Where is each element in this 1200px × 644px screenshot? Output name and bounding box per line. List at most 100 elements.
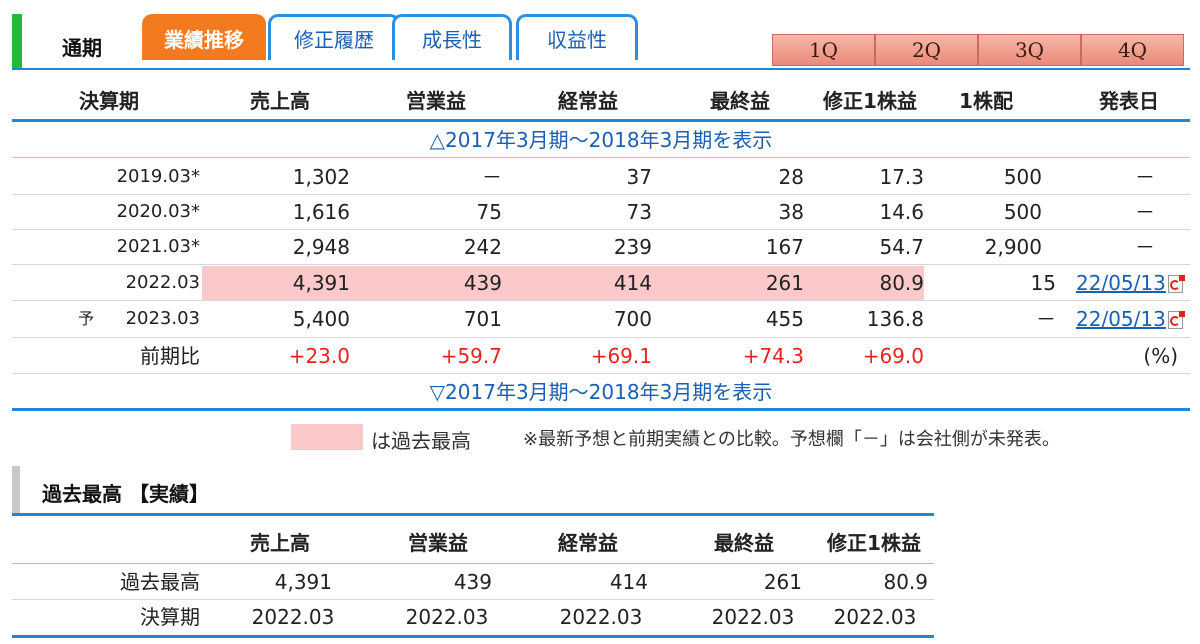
yoy-net-profit: +74.3 xyxy=(742,344,804,368)
record-period-operating-profit: 2022.03 xyxy=(405,605,489,629)
eps-cell: 80.9 xyxy=(879,271,924,295)
record-high-operating-profit: 439 xyxy=(453,570,492,594)
pdf-icon[interactable] xyxy=(1167,311,1185,329)
net-profit-cell: 261 xyxy=(765,271,804,295)
record-period-label: 決算期 xyxy=(140,605,200,629)
announce-date-link[interactable]: 22/05/13 xyxy=(1076,271,1166,295)
record-section-title: 過去最高 【実績】 xyxy=(42,482,209,506)
col-announce-date: 発表日 xyxy=(1099,89,1159,113)
tab-bar: 通期 業績推移 修正履歴 成長性 収益性 1Q 2Q 3Q 4Q xyxy=(12,14,1190,70)
net-profit-cell: 455 xyxy=(765,307,804,331)
col-sales: 売上高 xyxy=(250,89,310,113)
operating-profit-cell: 75 xyxy=(476,200,502,224)
col-operating-profit: 営業益 xyxy=(406,89,466,113)
sales-cell: 4,391 xyxy=(292,271,350,295)
row-divider xyxy=(12,373,1190,374)
sales-cell: 1,302 xyxy=(292,165,350,189)
table-row: 2019.03* 1,302 － 37 28 17.3 500 － xyxy=(12,160,1190,194)
operating-profit-cell: 439 xyxy=(463,271,502,295)
divider xyxy=(12,157,1190,158)
col-eps: 修正1株益 xyxy=(827,531,921,555)
dividend-cell: 2,900 xyxy=(984,235,1042,259)
col-dividend: 1株配 xyxy=(959,89,1013,113)
record-period-net-profit: 2022.03 xyxy=(711,605,795,629)
quarter-1q-button[interactable]: 1Q xyxy=(772,34,875,66)
ordinary-profit-cell: 239 xyxy=(613,235,652,259)
operating-profit-cell: 242 xyxy=(463,235,502,259)
ordinary-profit-cell: 700 xyxy=(613,307,652,331)
announce-date-cell: 22/05/13 xyxy=(1076,302,1192,336)
table-header: 決算期 売上高 営業益 経常益 最終益 修正1株益 1株配 発表日 xyxy=(12,84,1190,118)
row-divider xyxy=(12,264,1190,265)
divider xyxy=(12,513,934,516)
divider xyxy=(12,408,1190,411)
record-high-sales: 4,391 xyxy=(274,570,332,594)
period-cell: 2021.03* xyxy=(116,236,200,257)
sales-cell: 5,400 xyxy=(292,307,350,331)
record-legend-label: は過去最高 xyxy=(371,429,471,453)
net-profit-cell: 28 xyxy=(778,165,804,189)
record-period-eps: 2022.03 xyxy=(833,605,917,629)
pdf-icon[interactable] xyxy=(1167,275,1185,293)
ordinary-profit-cell: 414 xyxy=(613,271,652,295)
dividend-cell: 500 xyxy=(1003,200,1042,224)
dividend-cell: 15 xyxy=(1030,271,1056,295)
col-net-profit: 最終益 xyxy=(710,89,770,113)
divider xyxy=(12,635,934,638)
sales-cell: 2,948 xyxy=(292,235,350,259)
record-period-ordinary-profit: 2022.03 xyxy=(559,605,643,629)
record-high-eps: 80.9 xyxy=(883,570,928,594)
announce-date-cell: － xyxy=(1135,235,1155,259)
table-row: 予 2023.03 5,400 701 700 455 136.8 － 22/0… xyxy=(12,302,1190,336)
table-row: 2022.03 4,391 439 414 261 80.9 15 22/05/… xyxy=(12,266,1190,300)
col-ordinary-profit: 経常益 xyxy=(558,89,618,113)
announce-date-link[interactable]: 22/05/13 xyxy=(1076,307,1166,331)
record-high-row: 過去最高 4,391 439 414 261 80.9 xyxy=(12,565,934,599)
record-high-label: 過去最高 xyxy=(120,570,200,594)
quarter-3q-button[interactable]: 3Q xyxy=(978,34,1081,66)
table-row: 2021.03* 2,948 242 239 167 54.7 2,900 － xyxy=(12,230,1190,264)
tab-performance[interactable]: 業績推移 xyxy=(142,14,266,60)
eps-cell: 14.6 xyxy=(879,200,924,224)
col-operating-profit: 営業益 xyxy=(408,531,468,555)
dividend-cell: 500 xyxy=(1003,165,1042,189)
record-legend-swatch xyxy=(291,424,363,450)
col-period: 決算期 xyxy=(79,89,139,113)
col-eps: 修正1株益 xyxy=(823,89,917,113)
yoy-row: 前期比 +23.0 +59.7 +69.1 +74.3 +69.0 (%) xyxy=(12,339,1190,373)
col-ordinary-profit: 経常益 xyxy=(558,531,618,555)
announce-date-cell: 22/05/13 xyxy=(1076,266,1192,300)
quarter-4q-button[interactable]: 4Q xyxy=(1081,34,1184,66)
quarter-2q-button[interactable]: 2Q xyxy=(875,34,978,66)
net-profit-cell: 167 xyxy=(765,235,804,259)
period-cell: 2019.03* xyxy=(116,166,200,187)
record-period-row: 決算期 2022.03 2022.03 2022.03 2022.03 2022… xyxy=(12,600,934,634)
announce-date-cell: － xyxy=(1135,200,1155,224)
row-divider xyxy=(12,337,1190,338)
period-cell: 2022.03 xyxy=(125,272,200,293)
record-high-net-profit: 261 xyxy=(763,570,802,594)
show-older-periods-bottom-link[interactable]: ▽2017年3月期～2018年3月期を表示 xyxy=(12,376,1190,408)
period-label: 通期 xyxy=(62,36,102,60)
col-net-profit: 最終益 xyxy=(714,531,774,555)
operating-profit-cell: 701 xyxy=(463,307,502,331)
yoy-operating-profit: +59.7 xyxy=(440,344,502,368)
dividend-cell: － xyxy=(1036,307,1056,331)
yoy-unit: (%) xyxy=(1143,344,1178,368)
operating-profit-cell: － xyxy=(482,165,502,189)
record-table-header: 売上高 営業益 経常益 最終益 修正1株益 xyxy=(12,526,934,560)
yoy-eps: +69.0 xyxy=(862,344,924,368)
show-older-periods-link[interactable]: △2017年3月期～2018年3月期を表示 xyxy=(12,124,1190,156)
section-marker xyxy=(12,466,20,514)
announce-date-cell: － xyxy=(1135,165,1155,189)
yoy-label: 前期比 xyxy=(140,344,200,368)
row-divider xyxy=(12,563,934,564)
record-period-sales: 2022.03 xyxy=(251,605,335,629)
eps-cell: 17.3 xyxy=(879,165,924,189)
tab-growth[interactable]: 成長性 xyxy=(392,14,512,60)
tab-profitability[interactable]: 収益性 xyxy=(516,14,638,60)
eps-cell: 54.7 xyxy=(879,235,924,259)
divider xyxy=(12,119,1190,122)
tab-revision-history[interactable]: 修正履歴 xyxy=(268,14,400,60)
ordinary-profit-cell: 37 xyxy=(626,165,652,189)
